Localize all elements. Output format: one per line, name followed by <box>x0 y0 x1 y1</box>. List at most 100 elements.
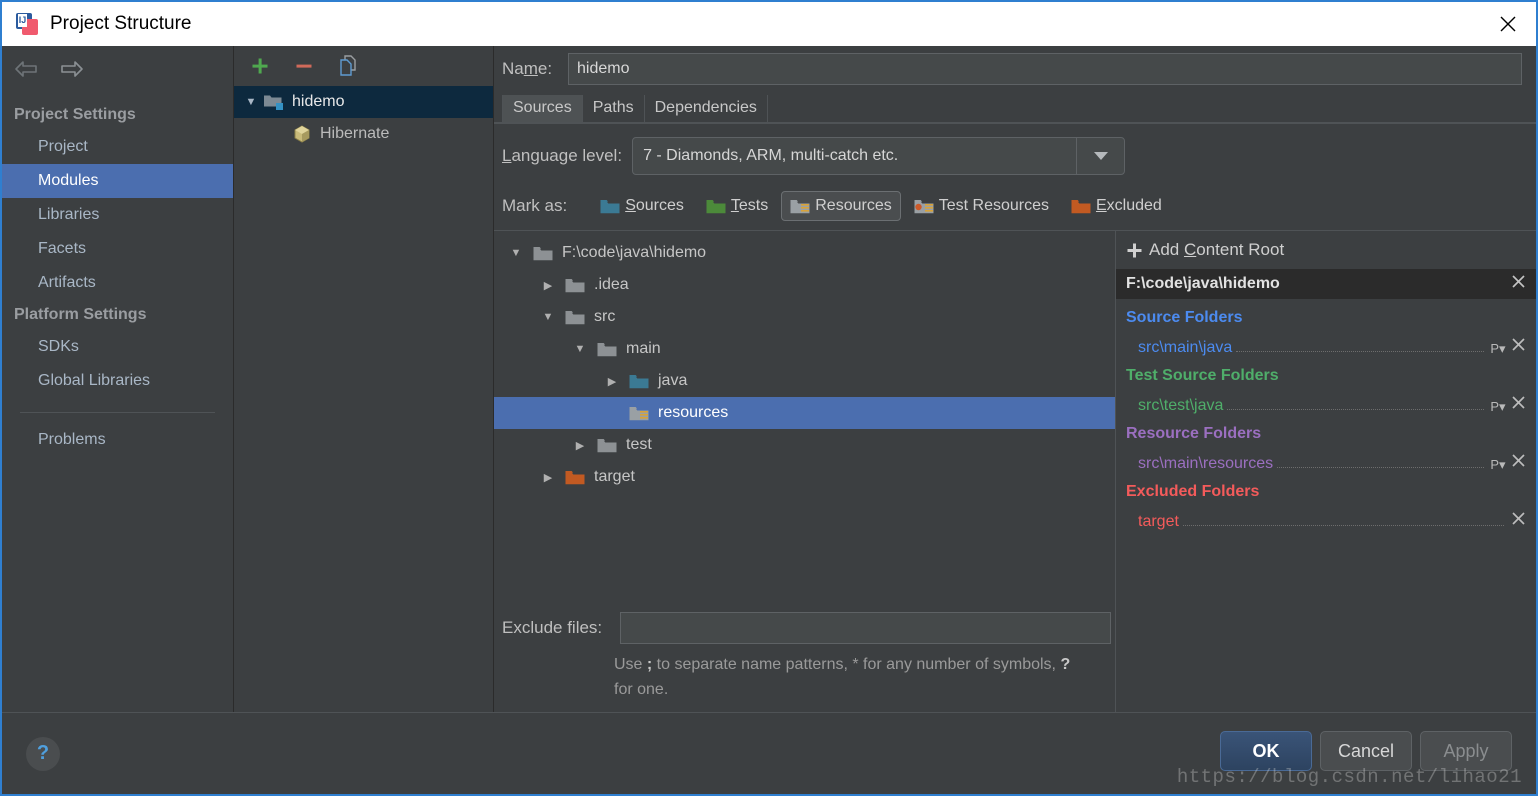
chevron-down-icon[interactable]: ▼ <box>566 343 594 355</box>
content-tree-pane: ▼F:\code\java\hidemo▶.idea▼src▼main▶java… <box>494 231 1116 712</box>
dialog-buttons: OK Cancel Apply <box>1220 731 1512 771</box>
folder-excluded-icon <box>1071 198 1091 214</box>
chevron-down-icon[interactable]: ▼ <box>502 247 530 259</box>
remove-folder-icon[interactable] <box>1508 511 1528 531</box>
chevron-down-icon[interactable]: ▼ <box>240 96 262 108</box>
intellij-idea-icon: IJ <box>16 13 38 35</box>
chevron-right-icon[interactable]: ▶ <box>566 439 594 452</box>
language-level-select[interactable]: 7 - Diamonds, ARM, multi-catch etc. <box>632 137 1125 175</box>
remove-folder-icon[interactable] <box>1508 395 1528 415</box>
remove-module-button[interactable] <box>288 52 320 80</box>
file-tree-row[interactable]: resources <box>494 397 1115 429</box>
watermark: https://blog.csdn.net/lihao21 <box>1177 766 1522 788</box>
file-tree-row[interactable]: ▶ test <box>494 429 1115 461</box>
chevron-down-icon[interactable] <box>1076 138 1124 174</box>
module-tree-row[interactable]: Hibernate <box>234 118 493 150</box>
tabs-underline <box>494 122 1536 124</box>
package-prefix-icon[interactable]: P▾ <box>1488 399 1508 415</box>
arrow-right-icon[interactable] <box>56 57 86 81</box>
folder-sources-icon <box>626 373 652 389</box>
folder-tests-icon <box>706 198 726 214</box>
module-tree-row[interactable]: ▼hidemo <box>234 86 493 118</box>
content-root-entry-path: src\main\java <box>1138 339 1232 357</box>
file-tree-row[interactable]: ▼ main <box>494 333 1115 365</box>
mark-as-sources-button[interactable]: Sources <box>591 191 693 221</box>
content-root-groups: Source Folderssrc\main\javaP▾Test Source… <box>1116 299 1536 531</box>
sidebar-item-facets[interactable]: Facets <box>2 232 233 266</box>
add-content-root-button[interactable]: Add Content Root <box>1116 231 1536 269</box>
mark-as-button-label: Resources <box>815 197 891 215</box>
sidebar-nav <box>2 46 233 92</box>
ok-button[interactable]: OK <box>1220 731 1312 771</box>
folder-icon <box>594 437 620 453</box>
tab-paths[interactable]: Paths <box>583 95 645 122</box>
remove-folder-icon[interactable] <box>1508 337 1528 357</box>
module-detail-pane: Name: SourcesPathsDependencies Language … <box>494 46 1536 712</box>
content-root-entry[interactable]: target <box>1116 503 1536 531</box>
arrow-left-icon[interactable] <box>12 57 42 81</box>
file-tree-label: java <box>658 372 687 390</box>
package-prefix-icon[interactable]: P▾ <box>1488 457 1508 473</box>
sidebar-item-global-libraries[interactable]: Global Libraries <box>2 364 233 398</box>
chevron-right-icon[interactable]: ▶ <box>534 279 562 292</box>
content-root-entry-path: src\main\resources <box>1138 455 1273 473</box>
file-tree-row[interactable]: ▶.idea <box>494 269 1115 301</box>
file-tree-label: test <box>626 436 652 454</box>
file-tree-row[interactable]: ▼F:\code\java\hidemo <box>494 237 1115 269</box>
folder-resources-icon <box>790 198 810 214</box>
exclude-files-input[interactable] <box>620 612 1111 644</box>
module-folder-icon <box>262 93 286 111</box>
folder-icon <box>594 341 620 357</box>
sidebar-item-sdks[interactable]: SDKs <box>2 330 233 364</box>
remove-content-root-icon[interactable] <box>1511 274 1526 294</box>
content-file-tree: ▼F:\code\java\hidemo▶.idea▼src▼main▶java… <box>494 231 1115 493</box>
chevron-down-icon[interactable]: ▼ <box>534 311 562 323</box>
tab-dependencies[interactable]: Dependencies <box>645 95 768 122</box>
sidebar-item-project[interactable]: Project <box>2 130 233 164</box>
dialog-body: Project SettingsProjectModulesLibrariesF… <box>2 46 1536 712</box>
folder-resources-icon <box>626 405 652 421</box>
content-root-entry[interactable]: src\main\java P▾ <box>1116 329 1536 357</box>
mark-as-button-label: Tests <box>731 197 768 215</box>
content-root-entry-path: src\test\java <box>1138 397 1223 415</box>
sidebar-item-problems[interactable]: Problems <box>2 423 233 457</box>
close-icon[interactable] <box>1480 2 1536 46</box>
mark-as-button-label: Test Resources <box>939 197 1049 215</box>
mark-as-excluded-button[interactable]: Excluded <box>1062 191 1171 221</box>
mark-as-tests-button[interactable]: Tests <box>697 191 777 221</box>
remove-folder-icon[interactable] <box>1508 453 1528 473</box>
file-tree-label: target <box>594 468 635 486</box>
add-module-button[interactable] <box>244 52 276 80</box>
sidebar-item-artifacts[interactable]: Artifacts <box>2 266 233 300</box>
exclude-hint-part1: Use <box>614 656 647 673</box>
help-button[interactable]: ? <box>26 737 60 771</box>
file-tree-row[interactable]: ▶ java <box>494 365 1115 397</box>
plus-icon <box>1126 242 1143 259</box>
folder-excluded-icon <box>562 469 588 485</box>
name-input[interactable] <box>568 53 1522 85</box>
mark-as-resources-button[interactable]: Resources <box>781 191 900 221</box>
folder-icon <box>530 245 556 261</box>
content-root-entry[interactable]: src\test\java P▾ <box>1116 387 1536 415</box>
language-level-label: Language level: <box>502 146 622 166</box>
file-tree-row[interactable]: ▼src <box>494 301 1115 333</box>
exclude-files-label: Exclude files: <box>502 618 620 638</box>
mark-as-test-resources-button[interactable]: Test Resources <box>905 191 1058 221</box>
package-prefix-icon[interactable]: P▾ <box>1488 341 1508 357</box>
modules-toolbar <box>234 46 493 86</box>
sources-panes: ▼F:\code\java\hidemo▶.idea▼src▼main▶java… <box>494 230 1536 712</box>
dotted-leader <box>1227 409 1484 410</box>
file-tree-label: main <box>626 340 661 358</box>
chevron-right-icon[interactable]: ▶ <box>598 375 626 388</box>
mark-as-row: Mark as: SourcesTestsResourcesTest Resou… <box>494 182 1536 230</box>
sidebar-item-modules[interactable]: Modules <box>2 164 233 198</box>
content-root-entry[interactable]: src\main\resources P▾ <box>1116 445 1536 473</box>
sidebar-item-libraries[interactable]: Libraries <box>2 198 233 232</box>
cancel-button[interactable]: Cancel <box>1320 731 1412 771</box>
file-tree-row[interactable]: ▶ target <box>494 461 1115 493</box>
copy-icon[interactable] <box>332 52 364 80</box>
tab-sources[interactable]: Sources <box>502 95 583 122</box>
folder-test-resources-icon <box>914 198 934 214</box>
window-title: Project Structure <box>50 13 192 35</box>
chevron-right-icon[interactable]: ▶ <box>534 471 562 484</box>
